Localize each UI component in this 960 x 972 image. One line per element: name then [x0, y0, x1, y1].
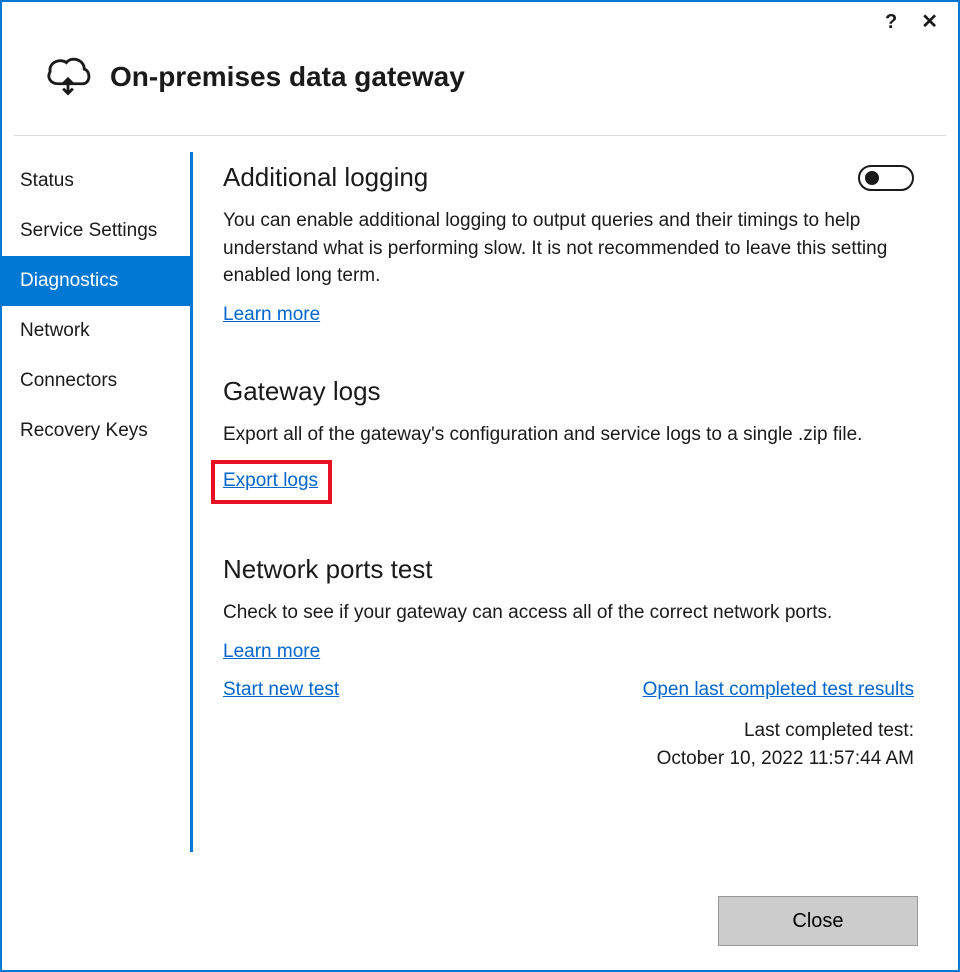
body: Status Service Settings Diagnostics Netw… [2, 136, 958, 852]
additional-logging-desc: You can enable additional logging to out… [223, 207, 914, 290]
close-button[interactable]: Close [718, 896, 918, 946]
last-test-value: October 10, 2022 11:57:44 AM [223, 745, 914, 774]
sidebar-item-connectors[interactable]: Connectors [2, 356, 190, 406]
network-ports-desc: Check to see if your gateway can access … [223, 599, 914, 627]
footer: Close [718, 896, 918, 946]
help-icon[interactable]: ? [885, 12, 897, 32]
additional-logging-title: Additional logging [223, 162, 428, 193]
last-test-label: Last completed test: [223, 717, 914, 746]
section-network-ports: Network ports test Check to see if your … [223, 554, 914, 774]
start-new-test-link[interactable]: Start new test [223, 679, 339, 701]
sidebar-item-network[interactable]: Network [2, 306, 190, 356]
network-ports-title: Network ports test [223, 554, 914, 585]
network-ports-learn-more-link[interactable]: Learn more [223, 641, 320, 663]
content: Additional logging You can enable additi… [193, 146, 958, 852]
last-completed-test: Last completed test: October 10, 2022 11… [223, 717, 914, 774]
sidebar: Status Service Settings Diagnostics Netw… [2, 146, 190, 852]
gateway-logs-title: Gateway logs [223, 376, 914, 407]
open-last-results-link[interactable]: Open last completed test results [643, 679, 914, 701]
titlebar: ? ✕ [2, 2, 958, 32]
export-logs-link[interactable]: Export logs [223, 470, 318, 492]
sidebar-item-recovery-keys[interactable]: Recovery Keys [2, 406, 190, 456]
section-additional-logging: Additional logging You can enable additi… [223, 162, 914, 326]
additional-logging-toggle[interactable] [858, 165, 914, 191]
page-title: On-premises data gateway [110, 61, 465, 93]
toggle-knob [865, 171, 879, 185]
section-gateway-logs: Gateway logs Export all of the gateway's… [223, 376, 914, 505]
gateway-logs-desc: Export all of the gateway's configuratio… [223, 421, 914, 449]
app-window: ? ✕ On-premises data gateway Status Serv… [0, 0, 960, 972]
header: On-premises data gateway [2, 32, 958, 135]
close-icon[interactable]: ✕ [921, 12, 938, 32]
sidebar-item-diagnostics[interactable]: Diagnostics [2, 256, 190, 306]
sidebar-item-status[interactable]: Status [2, 156, 190, 206]
additional-logging-learn-more-link[interactable]: Learn more [223, 304, 320, 326]
cloud-gateway-icon [42, 48, 94, 105]
export-logs-highlight: Export logs [211, 460, 332, 504]
sidebar-item-service-settings[interactable]: Service Settings [2, 206, 190, 256]
